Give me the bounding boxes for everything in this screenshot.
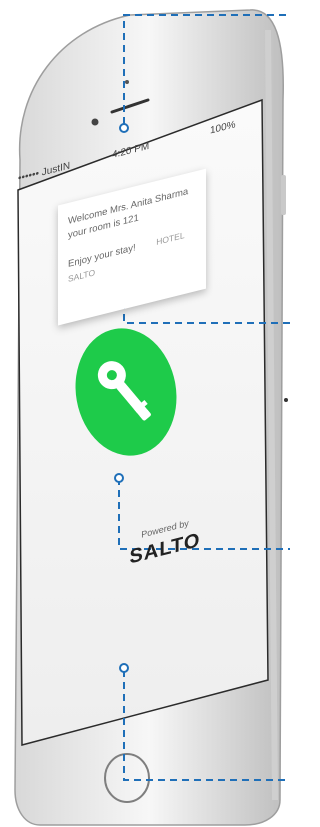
status-bar: •••••• JustIN 4:20 PM 100%: [18, 113, 260, 184]
side-button: [281, 175, 286, 215]
powered-by-footer: Powered by SALTO: [105, 509, 225, 576]
callout-dot-home: [119, 663, 129, 673]
welcome-notification[interactable]: Welcome Mrs. Anita Sharma your room is 1…: [58, 168, 206, 326]
home-button[interactable]: [105, 754, 149, 802]
unlock-key-button[interactable]: [76, 328, 176, 456]
notification-enjoy-text: Enjoy your stay!: [68, 242, 136, 271]
status-time: 4:20 PM: [112, 140, 150, 162]
app-screenshot: •••••• JustIN 4:20 PM 100% Welcome Mrs. …: [0, 0, 290, 827]
battery-label: 100%: [210, 119, 236, 137]
